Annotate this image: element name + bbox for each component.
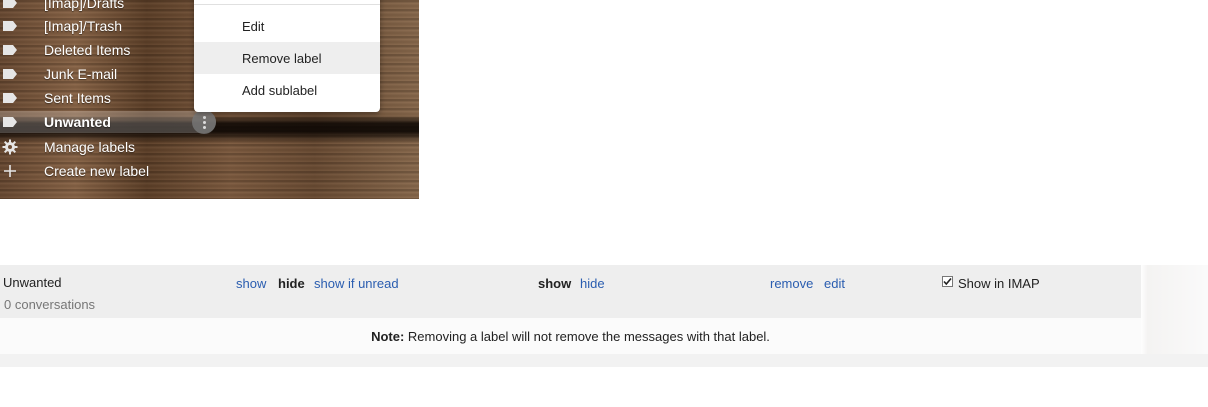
label-icon <box>2 42 18 58</box>
sidebar-item-label: Manage labels <box>44 139 136 155</box>
note-text: Removing a label will not remove the mes… <box>404 328 770 344</box>
more-options-button[interactable] <box>192 110 216 134</box>
menu-item-edit[interactable]: Edit <box>194 10 380 42</box>
sidebar-item-label: [Imap]/Trash <box>44 18 123 34</box>
label-context-menu: Edit Remove label Add sublabel <box>194 0 380 112</box>
label-icon <box>2 0 18 11</box>
menu-item-label: Add sublabel <box>242 82 318 98</box>
sidebar-item-imap-drafts[interactable]: [Imap]/Drafts <box>0 0 216 14</box>
menu-item-remove-label[interactable]: Remove label <box>194 42 380 74</box>
note-prefix: Note: <box>371 328 405 344</box>
label-icon <box>2 66 18 82</box>
label-sidebar: [Imap]/Drafts [Imap]/Trash Deleted Items… <box>0 0 419 199</box>
sidebar-item-sent-items[interactable]: Sent Items <box>0 87 216 109</box>
menu-item-label: Remove label <box>242 50 322 66</box>
label-list-show-if-unread-link[interactable]: show if unread <box>314 276 399 291</box>
sidebar-item-label: [Imap]/Drafts <box>44 0 125 11</box>
sidebar-item-label: Sent Items <box>44 90 111 106</box>
sidebar-item-label: Junk E-mail <box>44 66 118 82</box>
show-in-imap-label: Show in IMAP <box>958 276 1040 291</box>
table-row: Unwanted 0 conversations show hide show … <box>0 265 1141 318</box>
sidebar-item-junk-email[interactable]: Junk E-mail <box>0 63 216 85</box>
sidebar-item-label: Unwanted <box>44 114 111 130</box>
remove-label-link[interactable]: remove <box>770 276 813 291</box>
label-name: Unwanted <box>3 275 62 290</box>
menu-item-add-sublabel[interactable]: Add sublabel <box>194 74 380 106</box>
sidebar-item-create-new-label[interactable]: Create new label <box>0 160 216 182</box>
sidebar-item-imap-trash[interactable]: [Imap]/Trash <box>0 15 216 37</box>
menu-divider <box>194 4 380 5</box>
plus-icon <box>2 163 18 179</box>
label-list-show-link[interactable]: show <box>236 276 266 291</box>
checkmark-icon <box>943 277 952 286</box>
message-list-show-selected: show <box>538 276 572 291</box>
label-list-hide-selected: hide <box>278 276 305 291</box>
sidebar-item-label: Create new label <box>44 163 150 179</box>
message-list-hide-link[interactable]: hide <box>580 276 605 291</box>
label-icon <box>2 114 18 130</box>
note-row: Note: Removing a label will not remove t… <box>0 318 1141 354</box>
show-in-imap-checkbox[interactable] <box>942 276 953 287</box>
table-footer-divider <box>0 354 1208 367</box>
labels-settings-table: Unwanted 0 conversations show hide show … <box>0 265 1208 367</box>
sidebar-item-deleted-items[interactable]: Deleted Items <box>0 39 216 61</box>
label-icon <box>2 90 18 106</box>
more-vert-icon <box>202 115 206 130</box>
edit-label-link[interactable]: edit <box>824 276 845 291</box>
conversation-count: 0 conversations <box>4 297 96 312</box>
gear-icon <box>2 139 18 155</box>
sidebar-item-manage-labels[interactable]: Manage labels <box>0 136 216 158</box>
label-icon <box>2 18 18 34</box>
sidebar-item-unwanted[interactable]: Unwanted <box>0 110 216 134</box>
menu-item-label: Edit <box>242 18 265 34</box>
sidebar-item-label: Deleted Items <box>44 42 131 58</box>
